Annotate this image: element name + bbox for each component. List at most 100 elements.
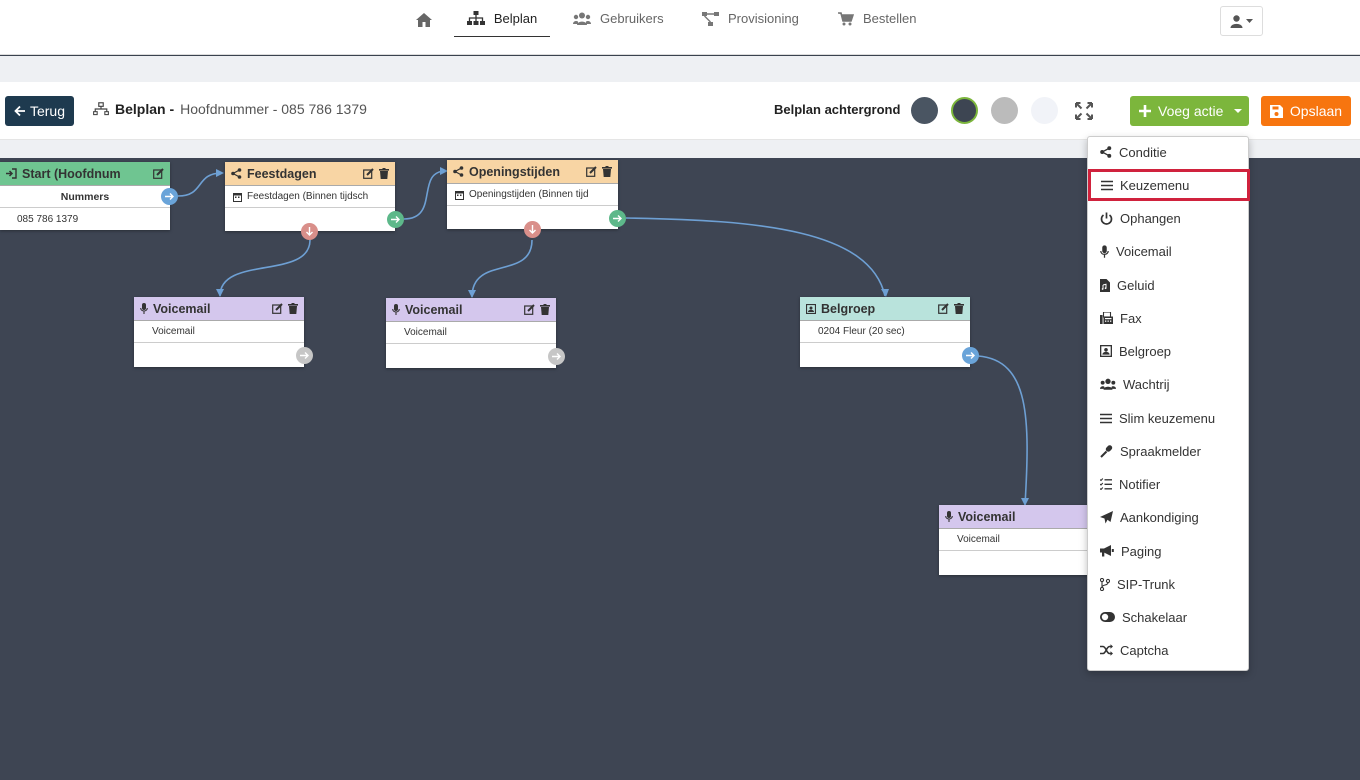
home-icon[interactable]: [415, 11, 433, 29]
node-row-condition: Openingstijden (Binnen tijd: [447, 184, 618, 206]
sign-in-icon: [6, 168, 17, 179]
edit-icon[interactable]: [272, 303, 283, 314]
output-port-false[interactable]: [301, 223, 318, 240]
node-voicemail-2[interactable]: Voicemail Voicemail: [386, 298, 556, 368]
menu-item-label: Spraakmelder: [1120, 443, 1201, 459]
node-belgroep[interactable]: Belgroep 0204 Fleur (20 sec): [800, 297, 970, 367]
menu-item-label: Captcha: [1120, 642, 1169, 658]
node-header[interactable]: Voicemail: [134, 297, 304, 321]
trash-icon[interactable]: [954, 303, 964, 314]
trash-icon[interactable]: [379, 168, 389, 179]
paper-plane-icon: [1100, 510, 1113, 523]
node-row-label: Openingstijden (Binnen tijd: [469, 189, 589, 200]
output-port[interactable]: [161, 188, 178, 205]
nav-item-gebruikers[interactable]: Gebruikers: [573, 0, 664, 37]
menu-item-label: Conditie: [1119, 144, 1167, 160]
menu-item-spraakmelder[interactable]: Spraakmelder: [1088, 436, 1248, 466]
output-port-false[interactable]: [524, 221, 541, 238]
caret-down-icon: [1246, 18, 1253, 23]
calendar-icon: [455, 190, 464, 200]
menu-item-keuzemenu[interactable]: Keuzemenu: [1088, 169, 1250, 201]
menu-item-label: Paging: [1121, 543, 1162, 559]
output-port[interactable]: [296, 347, 313, 364]
group-square-icon: [1100, 345, 1112, 357]
node-title: Feestdagen: [247, 166, 317, 181]
output-port-true[interactable]: [387, 211, 404, 228]
fax-icon: [1100, 312, 1113, 324]
node-header[interactable]: Voicemail: [939, 505, 1109, 529]
menu-item-label: Ophangen: [1120, 210, 1181, 226]
toggle-icon: [1100, 612, 1115, 622]
node-header[interactable]: Openingstijden: [447, 160, 618, 184]
node-header[interactable]: Feestdagen: [225, 162, 395, 186]
menu-item-conditie[interactable]: Conditie: [1088, 137, 1248, 167]
back-label: Terug: [29, 103, 66, 119]
nav-item-provisioning[interactable]: Provisioning: [702, 0, 799, 37]
menu-item-belgroep[interactable]: Belgroep: [1088, 336, 1248, 366]
menu-item-label: Belgroep: [1119, 343, 1172, 359]
node-openingstijden[interactable]: Openingstijden Openingstijden (Binnen ti…: [447, 160, 618, 229]
user-menu-button[interactable]: [1220, 6, 1263, 36]
menu-item-ophangen[interactable]: Ophangen: [1088, 203, 1248, 233]
node-row-label: Voicemail: [939, 529, 1109, 551]
nav-item-bestellen[interactable]: Bestellen: [838, 0, 916, 37]
back-button[interactable]: Terug: [5, 96, 74, 126]
add-action-button[interactable]: Voeg actie: [1130, 96, 1249, 126]
trash-icon[interactable]: [288, 303, 298, 314]
edit-icon[interactable]: [938, 303, 949, 314]
menu-item-schakelaar[interactable]: Schakelaar: [1088, 602, 1248, 632]
expand-icon[interactable]: [1075, 102, 1093, 120]
menu-item-slim-keuzemenu[interactable]: Slim keuzemenu: [1088, 403, 1248, 433]
breadcrumb-title: Belplan -: [115, 101, 175, 117]
trash-icon[interactable]: [602, 166, 612, 177]
edit-icon[interactable]: [524, 304, 535, 315]
menu-item-sip-trunk[interactable]: SIP-Trunk: [1088, 569, 1248, 599]
background-swatch-dark[interactable]: [911, 97, 938, 124]
menu-item-fax[interactable]: Fax: [1088, 303, 1248, 333]
arrow-right-icon: [391, 216, 400, 223]
output-port[interactable]: [548, 348, 565, 365]
output-port[interactable]: [962, 347, 979, 364]
menu-item-label: Fax: [1120, 310, 1142, 326]
node-row-condition: Feestdagen (Binnen tijdsch: [225, 186, 395, 208]
users-icon: [1100, 378, 1116, 390]
menu-item-paging[interactable]: Paging: [1088, 536, 1248, 566]
nav-item-label: Belplan: [493, 10, 538, 26]
edit-icon[interactable]: [586, 166, 597, 177]
node-voicemail-1[interactable]: Voicemail Voicemail: [134, 297, 304, 367]
node-title: Belgroep: [821, 301, 876, 316]
node-row-header: Nummers: [0, 186, 170, 208]
menu-item-aankondiging[interactable]: Aankondiging: [1088, 502, 1248, 532]
edit-icon[interactable]: [363, 168, 374, 179]
node-header[interactable]: Start (Hoofdnum: [0, 162, 170, 186]
arrow-left-icon: [14, 105, 25, 117]
menu-item-geluid[interactable]: Geluid: [1088, 270, 1248, 300]
menu-item-label: Wachtrij: [1123, 376, 1170, 392]
microphone-alt-icon: [1100, 444, 1113, 458]
save-label: Opslaan: [1289, 103, 1343, 119]
sitemap-icon: [93, 102, 109, 116]
node-row-label: Voicemail: [134, 321, 304, 343]
edit-icon[interactable]: [153, 168, 164, 179]
top-navigation: Belplan Gebruikers Provisioning Bestelle…: [0, 0, 1360, 55]
menu-item-notifier[interactable]: Notifier: [1088, 469, 1248, 499]
save-button[interactable]: Opslaan: [1261, 96, 1351, 126]
menu-item-wachtrij[interactable]: Wachtrij: [1088, 369, 1248, 399]
group-square-icon: [806, 303, 816, 314]
node-start[interactable]: Start (Hoofdnum Nummers 085 786 1379: [0, 162, 170, 230]
code-branch-icon: [1100, 577, 1110, 591]
node-header[interactable]: Voicemail: [386, 298, 556, 322]
background-swatch-gray[interactable]: [991, 97, 1018, 124]
trash-icon[interactable]: [540, 304, 550, 315]
node-feestdagen[interactable]: Feestdagen Feestdagen (Binnen tijdsch: [225, 162, 395, 231]
node-voicemail-3[interactable]: Voicemail Voicemail: [939, 505, 1109, 575]
background-swatch-selected[interactable]: [951, 97, 978, 124]
nav-item-belplan[interactable]: Belplan: [454, 0, 550, 37]
menu-item-captcha[interactable]: Captcha: [1088, 635, 1248, 665]
background-swatch-light[interactable]: [1031, 97, 1058, 124]
output-port-true[interactable]: [609, 210, 626, 227]
node-title: Voicemail: [405, 302, 463, 317]
tasks-icon: [1100, 478, 1112, 490]
menu-item-voicemail[interactable]: Voicemail: [1088, 236, 1248, 266]
node-header[interactable]: Belgroep: [800, 297, 970, 321]
